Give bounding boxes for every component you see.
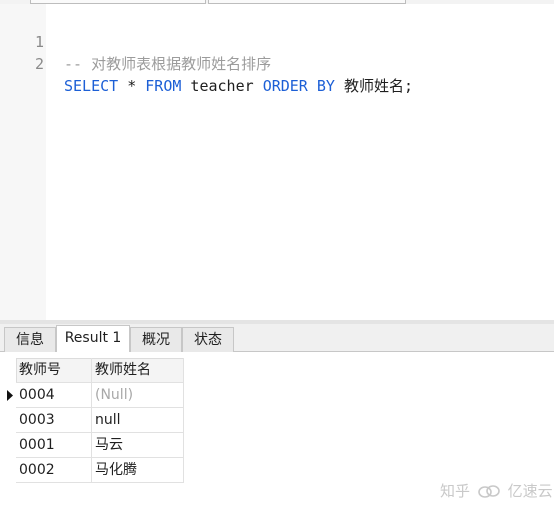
watermark-yisu-text: 亿速云 [507,482,553,500]
tab-info[interactable]: 信息 [4,327,56,352]
cell-teacher-id[interactable]: 0004 [16,383,92,408]
yisu-cloud-logo-icon [477,484,500,498]
watermark-zhihu-text: 知乎 [440,482,471,500]
sql-keyword-from: FROM [145,77,182,95]
sql-comment: -- 对教师表根据教师姓名排序 [64,55,272,73]
cell-teacher-id[interactable]: 0002 [16,458,92,483]
sql-keyword-select: SELECT [64,77,119,95]
current-row-arrow-icon [7,390,13,401]
sql-table-name: teacher [181,77,263,95]
cell-teacher-name[interactable]: (Null) [92,383,184,408]
cell-teacher-name[interactable]: null [92,408,184,433]
tab-result-1[interactable]: Result 1 [56,325,130,353]
tab-profile[interactable]: 概况 [130,327,182,352]
result-tab-bar: 信息 Result 1 概况 状态 [0,324,554,353]
column-header-teacher-name[interactable]: 教师姓名 [92,358,184,383]
sql-star: * [118,77,146,95]
column-header-teacher-id[interactable]: 教师号 [16,358,92,383]
cell-teacher-id[interactable]: 0001 [16,433,92,458]
cell-teacher-name[interactable]: 马化腾 [92,458,184,483]
sql-editor[interactable]: 1 -- 对教师表根据教师姓名排序 2 SELECT * FROM teache… [0,4,554,320]
sql-keyword-order-by: ORDER BY [262,77,335,95]
editor-line-2[interactable]: 2 SELECT * FROM teacher ORDER BY 教师姓名; [0,31,413,95]
editor-line-1[interactable]: 1 -- 对教师表根据教师姓名排序 [0,9,271,73]
cell-teacher-id[interactable]: 0003 [16,408,92,433]
line-number: 2 [34,55,44,73]
watermark: 知乎 亿速云 [440,480,553,502]
cell-teacher-name[interactable]: 马云 [92,433,184,458]
tab-status[interactable]: 状态 [182,327,234,352]
sql-order-column: 教师姓名; [334,77,413,95]
